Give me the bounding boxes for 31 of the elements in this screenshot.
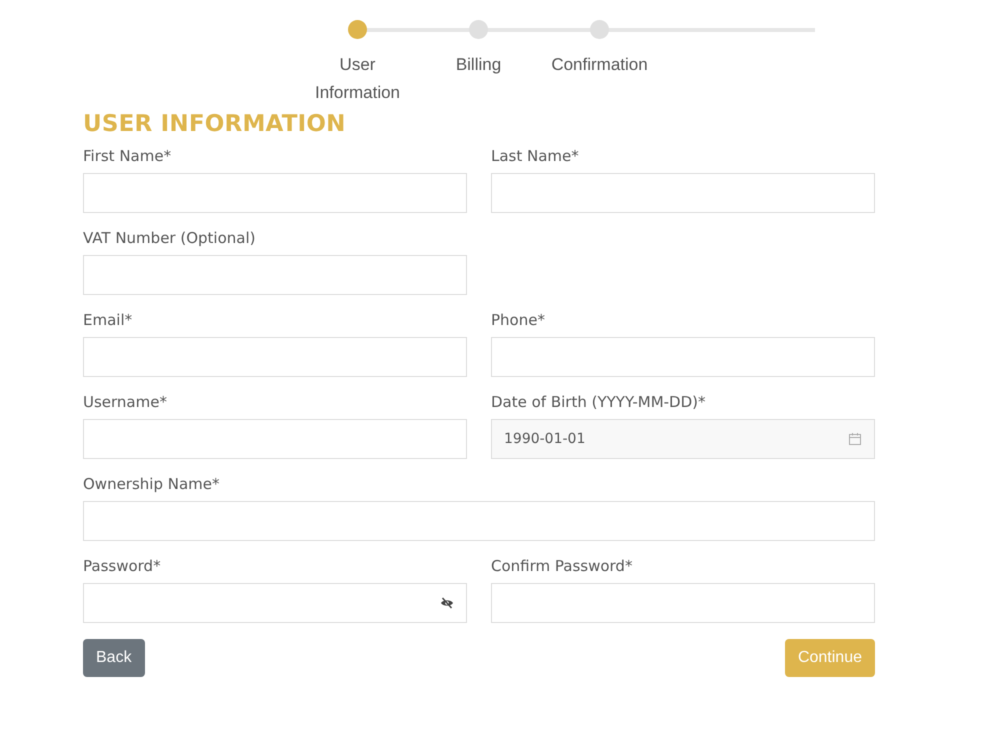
text-field[interactable] xyxy=(491,337,875,377)
field-label: Last Name* xyxy=(491,147,580,165)
text-field[interactable] xyxy=(83,255,467,295)
text-field[interactable] xyxy=(491,583,875,623)
step-dot[interactable] xyxy=(469,20,488,39)
field-label: Confirm Password* xyxy=(491,557,634,575)
step-label: Billing xyxy=(454,54,502,76)
text-field[interactable] xyxy=(83,173,467,213)
field-label: Email* xyxy=(83,311,134,329)
field-value: 1990-01-01 xyxy=(504,431,586,447)
field-label: Phone* xyxy=(491,311,546,329)
eye-slash-icon[interactable] xyxy=(440,596,454,610)
text-field[interactable] xyxy=(491,173,875,213)
field-label: First Name* xyxy=(83,147,172,165)
step-dot[interactable] xyxy=(348,20,367,39)
date-field[interactable]: 1990-01-01 xyxy=(491,419,875,459)
step-label: Confirmation xyxy=(550,54,649,76)
text-field[interactable] xyxy=(83,501,875,541)
field-label: Password* xyxy=(83,557,162,575)
text-field[interactable] xyxy=(83,337,467,377)
field-label: Username* xyxy=(83,393,168,411)
text-field[interactable] xyxy=(83,419,467,459)
step-label: User Information xyxy=(314,54,402,104)
password-field[interactable] xyxy=(83,583,467,623)
section-heading: USER INFORMATION xyxy=(83,111,347,137)
back-button[interactable]: Back xyxy=(83,639,145,677)
calendar-icon[interactable] xyxy=(848,432,862,446)
step-dot[interactable] xyxy=(590,20,609,39)
field-label: Date of Birth (YYYY-MM-DD)* xyxy=(491,393,707,411)
field-label: VAT Number (Optional) xyxy=(83,229,256,247)
field-label: Ownership Name* xyxy=(83,475,221,493)
